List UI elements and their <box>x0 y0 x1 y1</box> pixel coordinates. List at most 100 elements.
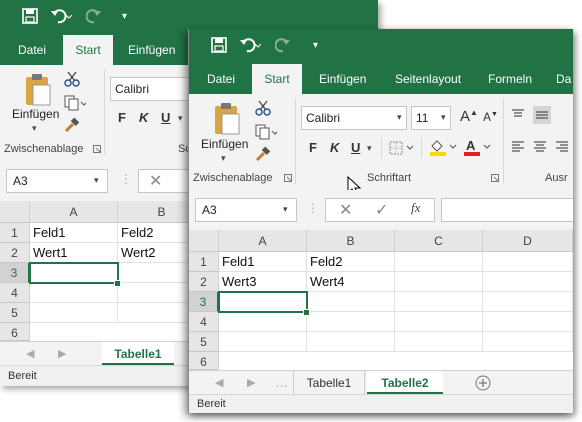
sheet-scroll-left-icon[interactable]: ◀ <box>215 376 223 389</box>
cell-a5[interactable] <box>30 303 118 323</box>
fill-color-icon[interactable] <box>429 138 457 156</box>
undo-icon[interactable] <box>50 8 72 24</box>
fill-handle[interactable] <box>114 280 121 287</box>
column-header-d[interactable]: D <box>483 230 573 252</box>
enter-icon[interactable]: ✓ <box>375 200 388 220</box>
row-header-2[interactable]: 2 <box>0 243 30 263</box>
formula-input[interactable] <box>441 198 573 222</box>
dialog-launcher-icon[interactable] <box>93 145 101 153</box>
name-box[interactable]: A3 <box>195 198 297 222</box>
cell-a4[interactable] <box>30 283 118 303</box>
tab-einfuegen[interactable]: Einfügen <box>128 35 175 65</box>
italic-button[interactable]: K <box>139 110 148 125</box>
sheet-scroll-left-icon[interactable]: ◀ <box>26 347 34 360</box>
row-header-1[interactable]: 1 <box>189 252 219 272</box>
tab-datei[interactable]: Datei <box>207 64 235 94</box>
row-header-4[interactable]: 4 <box>0 283 30 303</box>
dialog-launcher-icon[interactable] <box>284 174 292 182</box>
cancel-icon[interactable]: ✕ <box>339 200 352 220</box>
cell-c5[interactable] <box>395 332 483 352</box>
paste-label[interactable]: Einfügen <box>12 107 59 121</box>
cell-a4[interactable] <box>219 312 307 332</box>
name-box-dropdown-icon[interactable]: ▾ <box>94 175 99 186</box>
cell-b1[interactable]: Feld2 <box>307 252 395 272</box>
column-header-a[interactable]: A <box>219 230 307 252</box>
undo-icon[interactable] <box>239 37 261 53</box>
row-header-1[interactable]: 1 <box>0 223 30 243</box>
cell-d1[interactable] <box>483 252 573 272</box>
paste-icon[interactable] <box>213 102 241 136</box>
customize-qat-icon[interactable]: ▾ <box>122 8 127 26</box>
cell-d4[interactable] <box>483 312 573 332</box>
sheet-tab-tabelle1[interactable]: Tabelle1 <box>102 342 174 366</box>
paste-dropdown-icon[interactable]: ▾ <box>221 153 226 164</box>
insert-function-icon[interactable]: fx <box>411 200 420 216</box>
save-icon[interactable] <box>22 8 38 24</box>
cell-c1[interactable] <box>395 252 483 272</box>
cell-a1[interactable]: Feld1 <box>30 223 118 243</box>
format-painter-icon[interactable] <box>255 146 271 162</box>
tab-datei[interactable]: Datei <box>18 35 46 65</box>
tab-formeln[interactable]: Formeln <box>488 64 532 94</box>
sheet-scroll-right-icon[interactable]: ▶ <box>247 376 255 389</box>
customize-qat-icon[interactable]: ▾ <box>313 37 318 55</box>
bold-button[interactable]: F <box>309 140 317 155</box>
cell-b3[interactable] <box>307 292 395 312</box>
select-all-corner[interactable] <box>0 201 30 223</box>
underline-dropdown-icon[interactable]: ▾ <box>367 143 372 154</box>
borders-icon[interactable] <box>389 141 415 155</box>
sheet-scroll-right-icon[interactable]: ▶ <box>58 347 66 360</box>
fill-handle[interactable] <box>303 309 310 316</box>
cut-icon[interactable] <box>255 100 271 116</box>
font-size-dropdown-icon[interactable]: ▾ <box>441 112 446 123</box>
tab-einfuegen[interactable]: Einfügen <box>319 64 366 94</box>
grow-font-icon[interactable]: A▲ <box>460 108 478 125</box>
paste-dropdown-icon[interactable]: ▾ <box>32 123 37 134</box>
align-left-icon[interactable] <box>511 140 525 154</box>
redo-icon[interactable] <box>275 37 297 53</box>
sheet-tab-tabelle1[interactable]: Tabelle1 <box>293 371 365 395</box>
shrink-font-icon[interactable]: A▼ <box>483 110 498 124</box>
sheet-tab-tabelle2[interactable]: Tabelle2 <box>367 371 443 395</box>
cell-b4[interactable] <box>307 312 395 332</box>
column-header-c[interactable]: C <box>395 230 483 252</box>
row-header-4[interactable]: 4 <box>189 312 219 332</box>
cut-icon[interactable] <box>64 71 80 87</box>
row-header-5[interactable]: 5 <box>189 332 219 352</box>
italic-button[interactable]: K <box>330 140 339 155</box>
name-box[interactable]: A3 <box>6 169 108 193</box>
tab-daten[interactable]: Da <box>556 64 571 94</box>
add-sheet-icon[interactable] <box>475 375 491 391</box>
align-top-icon[interactable] <box>511 108 525 122</box>
cancel-icon[interactable]: ✕ <box>149 171 162 191</box>
row-header-3[interactable]: 3 <box>189 292 219 312</box>
row-header-2[interactable]: 2 <box>189 272 219 292</box>
copy-icon[interactable] <box>255 124 277 140</box>
cell-d3[interactable] <box>483 292 573 312</box>
save-icon[interactable] <box>211 37 227 53</box>
row-header-6[interactable]: 6 <box>189 352 219 370</box>
font-color-icon[interactable]: A <box>463 138 491 156</box>
paste-label[interactable]: Einfügen <box>201 137 248 151</box>
copy-icon[interactable] <box>64 95 86 111</box>
column-header-b[interactable]: B <box>307 230 395 252</box>
font-name-box[interactable]: Calibri <box>110 77 190 101</box>
format-painter-icon[interactable] <box>64 117 80 133</box>
row-header-6[interactable]: 6 <box>0 323 30 341</box>
bold-button[interactable]: F <box>118 110 126 125</box>
underline-button[interactable]: U <box>161 110 170 125</box>
more-sheets-icon[interactable]: … <box>275 375 288 390</box>
redo-icon[interactable] <box>86 8 108 24</box>
name-box-dropdown-icon[interactable]: ▾ <box>283 204 288 215</box>
underline-dropdown-icon[interactable]: ▾ <box>178 113 183 124</box>
cell-a1[interactable]: Feld1 <box>219 252 307 272</box>
font-name-dropdown-icon[interactable]: ▾ <box>397 112 402 123</box>
align-right-icon[interactable] <box>555 140 569 154</box>
paste-icon[interactable] <box>24 73 52 107</box>
column-header-a[interactable]: A <box>30 201 118 223</box>
underline-button[interactable]: U <box>351 140 360 155</box>
cell-c4[interactable] <box>395 312 483 332</box>
cell-b5[interactable] <box>307 332 395 352</box>
cell-d2[interactable] <box>483 272 573 292</box>
font-dialog-launcher-icon[interactable] <box>491 174 499 182</box>
